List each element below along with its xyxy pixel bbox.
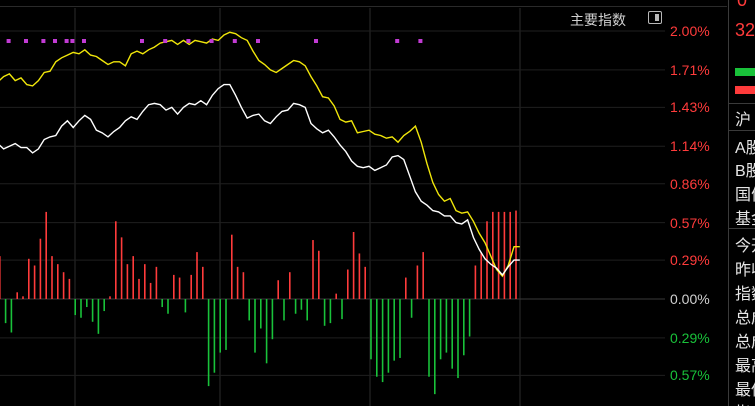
event-marker: [256, 39, 260, 43]
average-line: [0, 83, 520, 277]
percent-tick-label: 0.29%: [670, 252, 710, 269]
right-item-total-volume: 总成: [735, 310, 755, 327]
right-item-bond: 国债: [735, 187, 755, 204]
right-divider: [729, 103, 755, 104]
right-item-exchange: 沪: [735, 112, 752, 129]
event-marker: [232, 39, 237, 43]
right-item-prev-close: 昨收: [735, 262, 755, 279]
percent-tick-label: 1.14%: [670, 138, 710, 155]
right-item-more: 指: [735, 399, 751, 406]
event-marker: [6, 39, 11, 43]
right-item-open: 今开: [735, 238, 755, 255]
right-item-high: 最高: [735, 358, 755, 375]
right-info-panel: 0 32 沪 A股 B股 国债 基金 今开 昨收 指数 总成 总成 最高 最低 …: [728, 0, 755, 406]
event-marker: [82, 39, 86, 43]
right-item-a-share: A股: [735, 140, 755, 157]
event-marker: [314, 39, 318, 43]
event-marker: [163, 39, 168, 43]
event-marker: [24, 39, 28, 43]
right-price-value: 32: [735, 20, 755, 40]
panel-toggle-icon[interactable]: [648, 11, 662, 24]
rise-count-bar: [735, 86, 755, 94]
event-marker: [70, 39, 75, 43]
event-marker: [395, 39, 400, 43]
event-marker: [418, 39, 423, 43]
fall-count-bar: [735, 68, 755, 76]
right-divider: [729, 228, 755, 229]
right-divider: [729, 130, 755, 131]
percent-tick-label: 1.71%: [670, 61, 710, 78]
percent-tick-label: 0.57%: [670, 367, 710, 384]
event-marker: [53, 39, 57, 43]
price-line: [0, 31, 520, 278]
event-marker: [209, 39, 214, 43]
event-marker: [41, 39, 46, 43]
percent-tick-label: 2.00%: [670, 23, 710, 39]
percent-tick-label: 0.00%: [670, 291, 710, 307]
main-index-label[interactable]: 主要指数: [570, 10, 626, 30]
event-marker: [64, 39, 69, 43]
event-marker: [186, 39, 191, 43]
right-item-index: 指数: [735, 286, 755, 303]
right-item-total-amount: 总成: [735, 334, 755, 351]
right-item-low: 最低: [735, 382, 755, 399]
right-item-fund: 基金: [735, 211, 755, 228]
right-top-value: 0: [737, 0, 748, 10]
percent-tick-label: 1.43%: [670, 99, 710, 116]
percent-tick-label: 0.29%: [670, 329, 710, 346]
event-marker: [140, 39, 144, 43]
intraday-chart: [0, 8, 665, 406]
right-item-b-share: B股: [735, 163, 755, 180]
percent-tick-label: 0.57%: [670, 214, 710, 231]
percent-tick-label: 0.86%: [670, 175, 710, 192]
